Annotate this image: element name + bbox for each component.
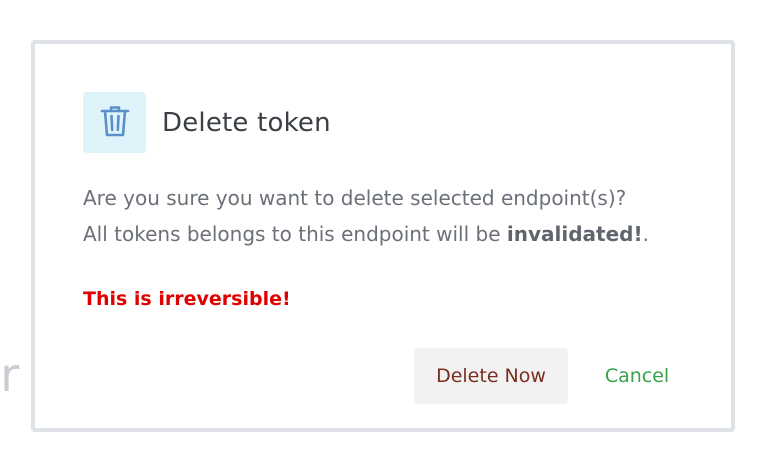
message-line-2-suffix: . [642, 222, 649, 246]
delete-now-button[interactable]: Delete Now [414, 348, 568, 404]
cancel-button[interactable]: Cancel [587, 348, 687, 404]
page-backdrop: er [0, 0, 769, 462]
message-line-1: Are you sure you want to delete selected… [83, 186, 627, 210]
background-partial-text: er [0, 348, 20, 402]
trash-icon-container [83, 92, 146, 153]
dialog-message: Are you sure you want to delete selected… [83, 180, 649, 252]
invalidated-emphasis: invalidated! [506, 222, 643, 246]
message-line-2: All tokens belongs to this endpoint will… [83, 216, 649, 252]
dialog-content: Delete token Are you sure you want to de… [35, 44, 731, 428]
message-line-2-prefix: All tokens belongs to this endpoint will… [83, 222, 507, 246]
dialog-title: Delete token [162, 107, 331, 138]
trash-icon [100, 104, 130, 142]
dialog-header: Delete token [83, 92, 331, 153]
irreversible-warning: This is irreversible! [83, 288, 291, 310]
delete-token-dialog: Delete token Are you sure you want to de… [31, 40, 735, 432]
